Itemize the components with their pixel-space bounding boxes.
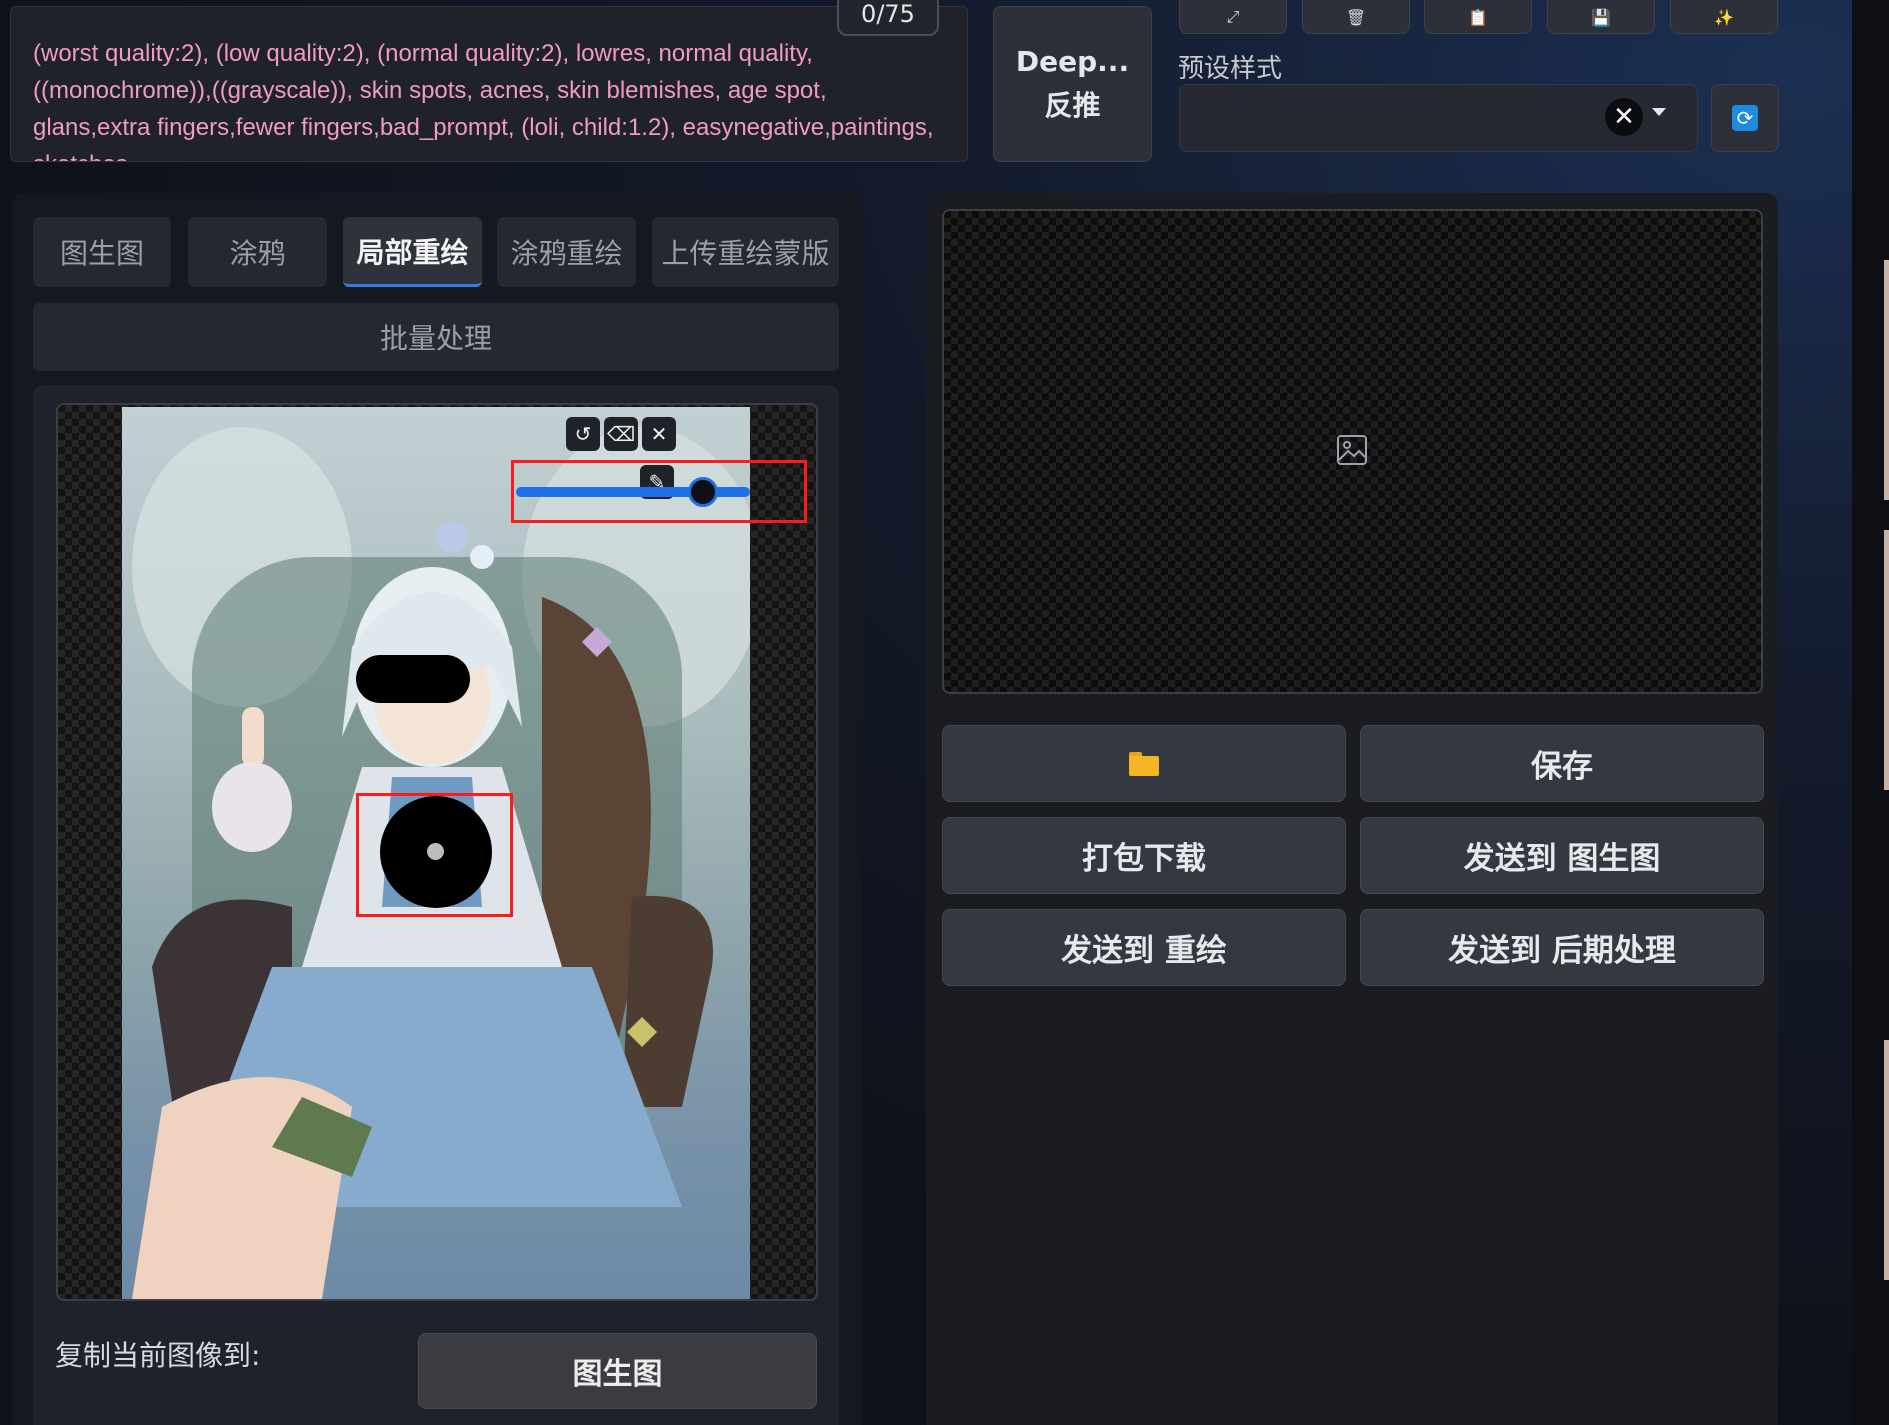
- tab-sketch[interactable]: 涂鸦: [188, 217, 327, 287]
- tab-label: 上传重绘蒙版: [661, 237, 830, 270]
- open-folder-button[interactable]: [942, 725, 1346, 802]
- edge-thumbnail: [1884, 1040, 1889, 1280]
- clipboard-button[interactable]: 📋: [1424, 0, 1532, 34]
- undo-button[interactable]: ↺: [566, 417, 600, 451]
- copy-to-img2img-button[interactable]: 图生图: [418, 1333, 817, 1409]
- refresh-styles-button[interactable]: ⟳: [1711, 84, 1779, 152]
- edge-thumbnail: [1884, 260, 1889, 500]
- arrows-icon: ⤢: [1226, 7, 1240, 26]
- close-icon: ✕: [650, 422, 668, 446]
- refresh-icon: ⟳: [1732, 105, 1758, 131]
- copy-image-label: 复制当前图像到:: [55, 1339, 261, 1372]
- redaction-bar: [356, 655, 470, 703]
- send-to-img2img-button[interactable]: 发送到 图生图: [1360, 817, 1764, 894]
- image-placeholder-icon: [1337, 435, 1367, 465]
- tab-inpaint-upload[interactable]: 上传重绘蒙版: [652, 217, 839, 287]
- brush-slider-highlight: [511, 460, 807, 523]
- tab-inpaint-sketch[interactable]: 涂鸦重绘: [497, 217, 636, 287]
- brush-cursor-highlight: [356, 793, 513, 917]
- send-to-inpaint-button[interactable]: 发送到 重绘: [942, 909, 1346, 986]
- save-icon: 💾: [1591, 8, 1611, 27]
- clear-icon[interactable]: ✕: [1605, 98, 1643, 136]
- styles-label: 预设样式: [1178, 54, 1283, 84]
- undo-icon: ↺: [574, 422, 592, 446]
- zip-download-button[interactable]: 打包下载: [942, 817, 1346, 894]
- clipboard-icon: 📋: [1468, 8, 1488, 27]
- send-to-extras-button[interactable]: 发送到 后期处理: [1360, 909, 1764, 986]
- interrogate-line1: Deep...: [1015, 45, 1130, 78]
- interrogate-deepbooru-button[interactable]: Deep... 反推: [993, 6, 1152, 162]
- tab-label: 图生图: [59, 237, 144, 270]
- eraser-button[interactable]: ⌫: [604, 417, 638, 451]
- eraser-icon: ⌫: [606, 422, 636, 446]
- magic-button[interactable]: ✨: [1670, 0, 1778, 34]
- negative-prompt-textarea[interactable]: (worst quality:2), (low quality:2), (nor…: [10, 6, 968, 162]
- tab-batch[interactable]: 批量处理: [33, 303, 839, 371]
- tab-label: 局部重绘: [356, 235, 469, 269]
- folder-icon: [1129, 751, 1159, 776]
- save-button[interactable]: 保存: [1360, 725, 1764, 802]
- arrows-button[interactable]: ⤢: [1179, 0, 1287, 34]
- trash-button[interactable]: 🗑: [1302, 0, 1410, 34]
- tab-label: 涂鸦重绘: [510, 237, 623, 270]
- edge-thumbnail: [1884, 530, 1889, 790]
- tab-label: 涂鸦: [229, 237, 286, 270]
- magic-wand-icon: ✨: [1714, 8, 1734, 27]
- chevron-down-icon[interactable]: [1652, 108, 1666, 116]
- trash-icon: 🗑: [1345, 8, 1367, 27]
- save-style-button[interactable]: 💾: [1547, 0, 1655, 34]
- tab-inpaint[interactable]: 局部重绘: [343, 217, 482, 287]
- close-image-button[interactable]: ✕: [642, 417, 676, 451]
- tab-label: 批量处理: [379, 322, 492, 355]
- token-counter: 0/75: [837, 0, 939, 36]
- tab-img2img[interactable]: 图生图: [33, 217, 171, 287]
- negative-prompt-text: (worst quality:2), (low quality:2), (nor…: [33, 40, 934, 161]
- interrogate-line2: 反推: [1044, 89, 1101, 122]
